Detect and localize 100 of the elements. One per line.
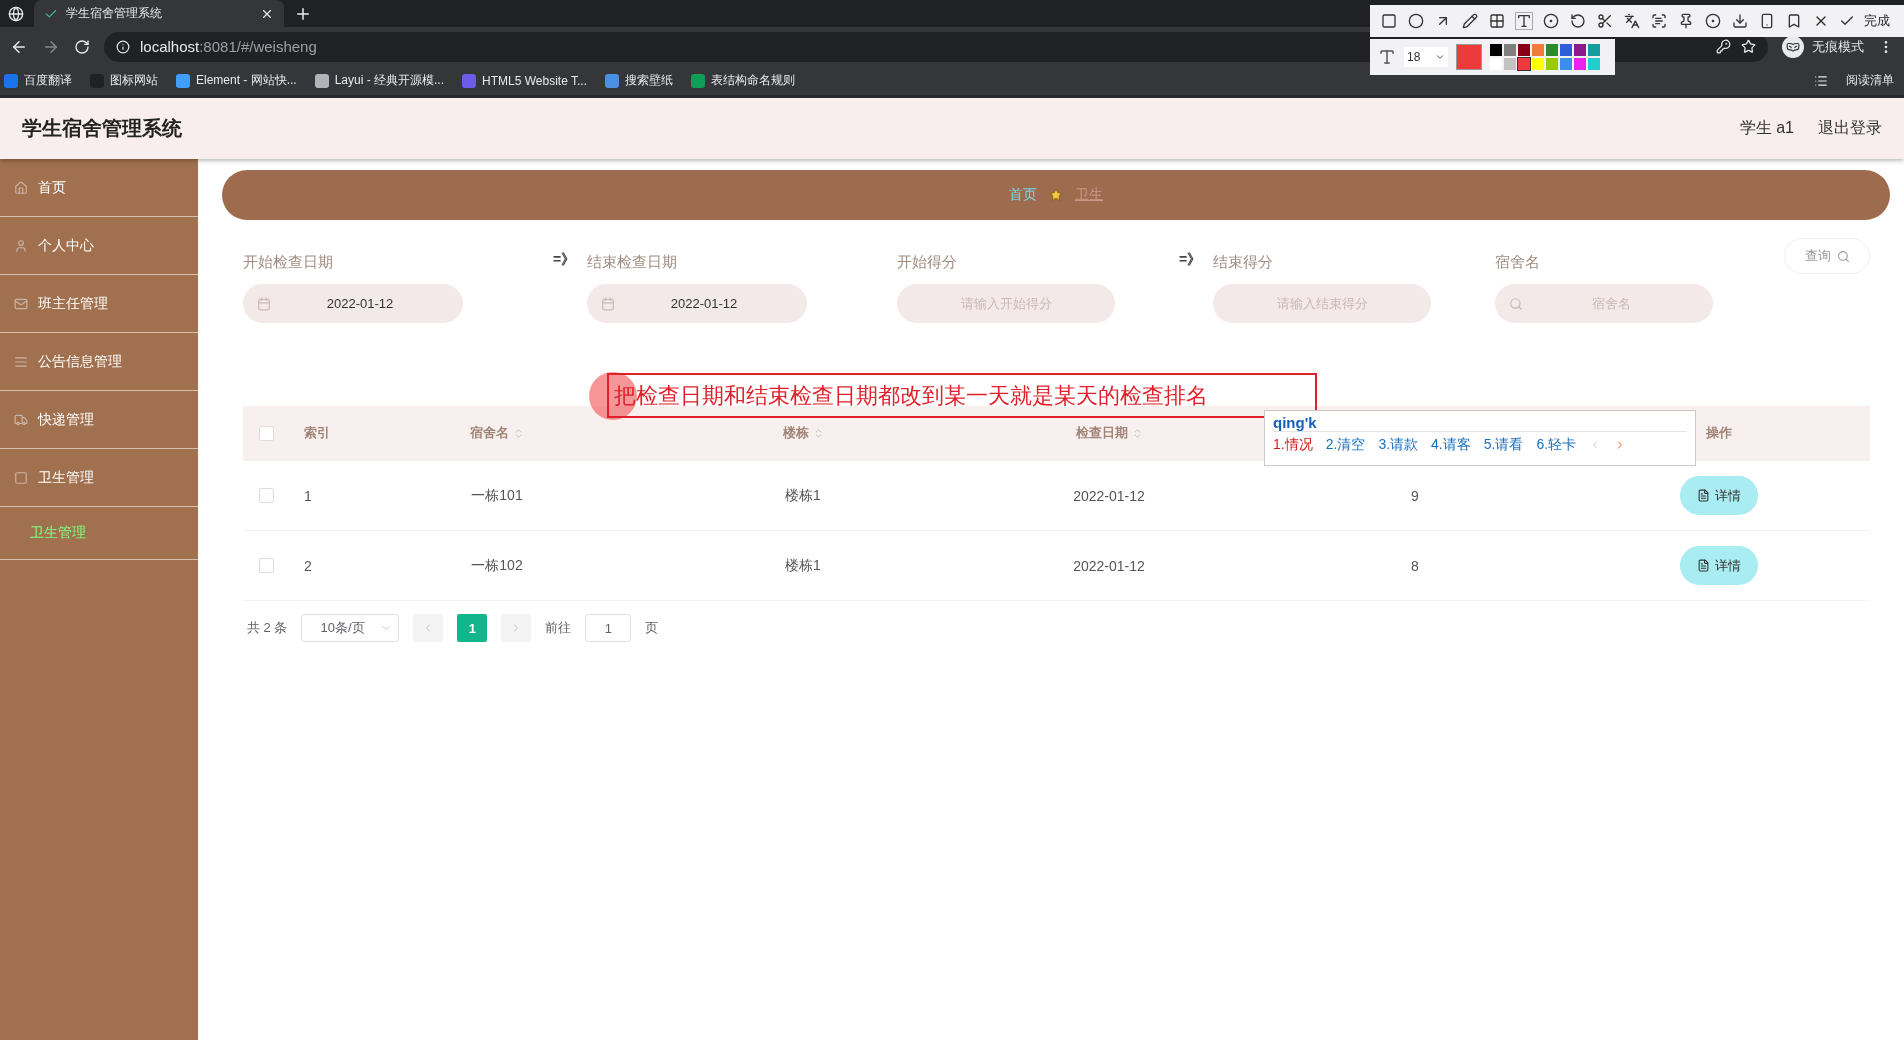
detail-button[interactable]: 详情 <box>1680 476 1758 515</box>
font-icon <box>1378 48 1396 66</box>
truck-icon <box>14 412 28 427</box>
color-swatch[interactable] <box>1588 44 1600 56</box>
page-input[interactable]: 1 <box>585 614 632 642</box>
star-icon[interactable] <box>1741 39 1756 54</box>
color-swatch[interactable] <box>1574 44 1586 56</box>
bookmark-link[interactable]: 表结构命名规则 <box>691 72 795 89</box>
search-icon <box>1836 249 1850 263</box>
page-size-select[interactable]: 10条/页 <box>301 614 400 642</box>
column-header[interactable]: 索引 <box>304 424 330 442</box>
query-button[interactable]: 查询 <box>1784 238 1870 274</box>
annotation-text[interactable]: 把检查日期和结束检查日期都改到某一天就是某天的检查排名 <box>607 373 1317 418</box>
logout-link[interactable]: 退出登录 <box>1818 118 1882 139</box>
translate-icon[interactable] <box>1623 12 1641 30</box>
incognito-icon[interactable] <box>1782 35 1804 58</box>
filter-label: 开始得分 <box>897 253 958 272</box>
circle-icon[interactable] <box>1407 12 1425 30</box>
marker-icon[interactable] <box>1542 12 1560 30</box>
ime-candidate[interactable]: 1.情况 <box>1273 436 1313 454</box>
bookmark-link[interactable]: 百度翻译 <box>4 72 72 89</box>
column-header[interactable]: 宿舍名 <box>470 424 509 442</box>
table-cell-text: 1 <box>303 487 312 504</box>
bookmark-link[interactable]: 图标网站 <box>90 72 158 89</box>
table-cell: 一栋101 <box>471 486 523 505</box>
browser-tab[interactable]: 学生宿舍管理系统 <box>34 0 284 27</box>
sidebar-item[interactable]: 公告信息管理 <box>38 352 122 371</box>
color-swatch[interactable] <box>1532 44 1544 56</box>
search-icon <box>1509 296 1523 311</box>
color-swatch[interactable] <box>1546 44 1558 56</box>
tab-title: 学生宿舍管理系统 <box>66 5 163 22</box>
scan-text-icon[interactable] <box>1650 12 1668 30</box>
ime-candidate[interactable]: 5.请看 <box>1483 436 1524 454</box>
table-cell-text: 2 <box>303 557 312 574</box>
detail-button[interactable]: 详情 <box>1680 546 1758 585</box>
ime-candidate[interactable]: 3.请款 <box>1378 436 1419 454</box>
sidebar-item[interactable]: 个人中心 <box>38 236 94 255</box>
ime-candidate[interactable]: 6.轻卡 <box>1536 436 1577 454</box>
sidebar-item[interactable]: 首页 <box>38 178 66 197</box>
app-title: 学生宿舍管理系统 <box>22 116 182 141</box>
star-icon <box>1049 188 1063 202</box>
bookmark-link[interactable]: Layui - 经典开源模... <box>314 72 445 89</box>
font-size-select[interactable]: 18 <box>1404 47 1448 67</box>
record-icon[interactable] <box>1704 12 1722 30</box>
square-icon <box>14 470 28 485</box>
color-swatch[interactable] <box>1518 58 1530 70</box>
scissors-icon[interactable] <box>1596 12 1614 30</box>
color-swatch[interactable] <box>1532 58 1544 70</box>
column-header[interactable]: 检查日期 <box>1075 424 1128 442</box>
rectangle-icon[interactable] <box>1380 12 1398 30</box>
table-cell: 一栋102 <box>471 556 523 575</box>
calendar-icon <box>257 296 271 311</box>
table-cell: 9 <box>1411 487 1419 504</box>
column-header[interactable]: 操作 <box>1706 424 1732 442</box>
current-color[interactable] <box>1456 44 1482 70</box>
color-swatch[interactable] <box>1588 58 1600 70</box>
color-swatch[interactable] <box>1504 44 1516 56</box>
reload-icon[interactable] <box>74 38 90 55</box>
sidebar-item[interactable]: 卫生管理 <box>38 468 94 487</box>
page-suffix: 页 <box>645 619 659 637</box>
color-swatch[interactable] <box>1546 58 1558 70</box>
color-swatch[interactable] <box>1518 44 1530 56</box>
home-icon <box>14 180 28 195</box>
total-count: 共 2 条 <box>247 619 288 637</box>
profile-label: 无痕模式 <box>1812 37 1864 56</box>
sidebar-subitem[interactable]: 卫生管理 <box>0 507 198 560</box>
key-icon[interactable] <box>1716 39 1731 54</box>
goto-label: 前往 <box>545 619 572 637</box>
sidebar-item[interactable]: 快递管理 <box>38 410 94 429</box>
bookmark-link[interactable]: HTML5 Website T... <box>462 73 587 88</box>
table-cell: 楼栋1 <box>785 556 821 575</box>
checkbox[interactable] <box>259 425 274 441</box>
list-icon[interactable] <box>1814 73 1828 88</box>
undo-icon[interactable] <box>1569 12 1587 30</box>
url-text: localhost:8081/#/weisheng <box>140 38 317 55</box>
color-swatch[interactable] <box>1574 58 1586 70</box>
color-swatch[interactable] <box>1560 58 1572 70</box>
column-header[interactable]: 楼栋 <box>782 424 809 442</box>
color-swatch[interactable] <box>1490 44 1502 56</box>
download-icon[interactable] <box>1731 12 1749 30</box>
filter-label: 结束得分 <box>1213 253 1274 272</box>
checkbox[interactable] <box>259 558 274 573</box>
ime-candidate[interactable]: 4.请客 <box>1431 436 1471 454</box>
bookmark-link[interactable]: Element - 网站快... <box>176 72 297 89</box>
color-swatch[interactable] <box>1504 58 1516 70</box>
sidebar-item[interactable]: 班主任管理 <box>38 294 108 313</box>
color-swatch[interactable] <box>1560 44 1572 56</box>
text-icon[interactable] <box>1515 12 1533 30</box>
checkbox[interactable] <box>259 488 274 503</box>
table-cell: 楼栋1 <box>785 486 821 505</box>
user-link[interactable]: 学生 a1 <box>1739 118 1794 139</box>
done-button[interactable]: 完成 <box>1864 12 1890 30</box>
user-icon <box>14 238 28 253</box>
info-icon <box>116 39 130 54</box>
reading-list-link[interactable]: 阅读清单 <box>1846 72 1900 89</box>
pencil-icon[interactable] <box>1461 12 1479 30</box>
ime-candidate[interactable]: 2.清空 <box>1325 436 1366 454</box>
mosaic-icon[interactable] <box>1488 12 1506 30</box>
bookmark-link[interactable]: 搜索壁纸 <box>605 72 673 89</box>
breadcrumb-link[interactable]: 首页 <box>1009 186 1037 204</box>
